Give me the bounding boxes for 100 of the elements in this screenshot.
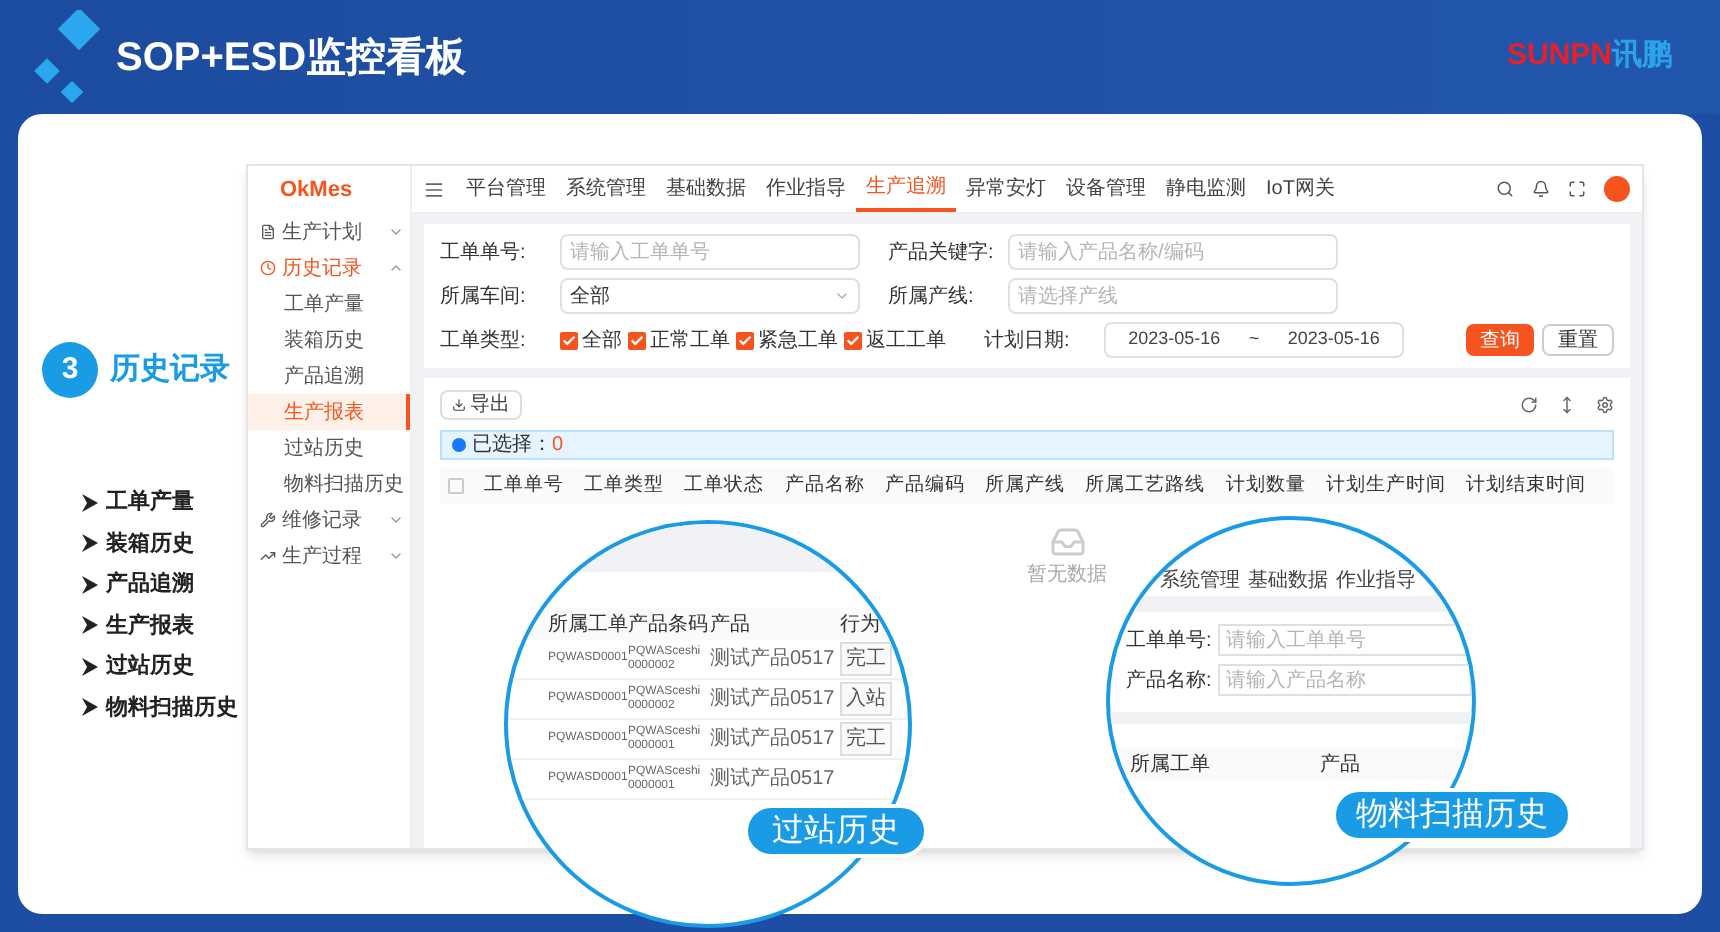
field-label: 产品名称: — [1126, 667, 1213, 695]
checkbox[interactable] — [844, 331, 862, 349]
trend-icon — [260, 548, 276, 564]
export-button[interactable]: 导出 — [440, 390, 522, 420]
document-icon — [260, 224, 276, 240]
menu-item[interactable]: 过站历史 — [248, 430, 410, 466]
menu-group[interactable]: 维修记录 — [248, 502, 410, 538]
column-header: 工单状态 — [684, 471, 765, 500]
table-cell-text: 测试产品0517 — [710, 765, 834, 794]
menu-item[interactable]: 工单产量 — [248, 286, 410, 322]
inbox-icon — [1049, 524, 1085, 560]
column-header: 产品 — [1320, 751, 1360, 779]
menu-group[interactable]: 生产过程 — [248, 538, 410, 574]
menu-item[interactable]: 物料扫描历史 — [248, 466, 410, 502]
menu-group[interactable]: 生产计划 — [248, 214, 410, 250]
feature-label: 过站历史 — [744, 804, 928, 858]
chevron-icon — [388, 224, 404, 240]
input-field: 请输入工单单号 — [1218, 624, 1472, 656]
info-icon — [452, 438, 466, 452]
nav-tab[interactable]: 异常安灯 — [956, 166, 1056, 212]
checkbox-label: 全部 — [582, 327, 622, 355]
nav-tab[interactable]: 静电监测 — [1156, 166, 1256, 212]
select-all-checkbox[interactable] — [448, 478, 464, 494]
chevron-icon — [388, 548, 404, 564]
checkbox-label: 返工工单 — [866, 327, 946, 355]
feature-item: 产品追溯 — [106, 569, 194, 600]
settings-icon[interactable] — [1596, 396, 1614, 414]
tab-label: 基础数据 — [1248, 567, 1328, 595]
step-number: 3 — [42, 342, 98, 398]
column-header: 产品 — [710, 611, 752, 639]
status-tag: 完工 — [840, 642, 892, 676]
field-label: 工单单号: — [1126, 627, 1213, 655]
nav-tab[interactable]: 基础数据 — [656, 166, 756, 212]
column-header: 计划生产时间 — [1325, 471, 1446, 500]
selection-count: 已选择：0 — [472, 431, 564, 460]
column-header: 产品名称 — [784, 471, 865, 500]
column-header: 行为 — [840, 611, 882, 639]
feature-item: 生产报表 — [106, 611, 194, 641]
chevron-icon — [834, 288, 850, 304]
arrow-icon — [82, 657, 98, 676]
feature-item: 物料扫描历史 — [106, 693, 238, 723]
checkbox[interactable] — [560, 331, 578, 349]
wrench-icon — [260, 512, 276, 528]
status-tag: 完工 — [840, 722, 892, 756]
brand-logo: SUNPN讯鹏 — [1506, 36, 1672, 77]
arrow-icon — [82, 575, 98, 594]
section-title: 历史记录 — [110, 349, 230, 390]
checkbox-label: 紧急工单 — [758, 327, 838, 355]
menu-icon[interactable] — [424, 179, 444, 199]
column-header: 工单类型 — [584, 471, 665, 500]
app-logo: OkMes — [278, 175, 355, 206]
refresh-icon[interactable] — [1520, 396, 1538, 414]
nav-tab[interactable]: 平台管理 — [456, 166, 556, 212]
avatar[interactable] — [1604, 176, 1630, 202]
reset-button[interactable]: 重置 — [1542, 324, 1614, 356]
nav-tab[interactable]: 系统管理 — [556, 166, 656, 212]
column-header: 产品条码 — [628, 611, 704, 639]
arrow-icon — [82, 493, 98, 512]
menu-item[interactable]: 装箱历史 — [248, 322, 410, 358]
field-label: 工单单号: — [440, 239, 528, 267]
column-header: 计划数量 — [1225, 471, 1306, 500]
arrow-icon — [82, 616, 98, 635]
nav-tab[interactable]: IoT网关 — [1256, 166, 1345, 212]
search-icon[interactable] — [1496, 180, 1514, 198]
row-height-icon[interactable] — [1558, 396, 1576, 414]
column-header: 产品编码 — [884, 471, 965, 500]
date-range-field[interactable]: 2023-05-16 ~ 2023-05-16 — [1104, 322, 1404, 358]
checkbox[interactable] — [736, 331, 754, 349]
checkbox[interactable] — [628, 331, 646, 349]
bell-icon[interactable] — [1532, 180, 1550, 198]
arrow-icon — [82, 534, 98, 553]
field-label: 产品关键字: — [888, 239, 996, 267]
download-icon — [452, 398, 466, 412]
status-tag: 入站 — [840, 682, 892, 716]
chevron-icon — [388, 512, 404, 528]
feature-item: 过站历史 — [106, 651, 194, 682]
feature-item: 工单产量 — [106, 487, 194, 518]
tab-label: 系统管理 — [1160, 567, 1240, 595]
field-label: 工单类型: — [440, 327, 528, 355]
feature-item: 装箱历史 — [106, 529, 194, 559]
checkbox-label: 正常工单 — [650, 327, 730, 355]
fullscreen-icon[interactable] — [1568, 180, 1586, 198]
table-cell-text: 测试产品0517 — [710, 725, 834, 754]
column-header: 所属工单 — [1130, 751, 1212, 779]
column-header: 所属产线 — [985, 471, 1066, 500]
input-field: 请输入产品名称 — [1218, 664, 1472, 696]
field-label: 所属车间: — [440, 283, 528, 311]
chevron-icon — [388, 260, 404, 276]
select-field[interactable]: 全部 — [560, 278, 860, 314]
column-header: 所属工艺路线 — [1085, 471, 1206, 500]
arrow-icon — [82, 698, 98, 717]
tab-label: 作业指导 — [1336, 567, 1416, 595]
field-label: 计划日期: — [984, 327, 1072, 355]
column-header: 工单单号 — [484, 471, 564, 500]
slide-title: SOP+ESD监控看板 — [116, 33, 467, 83]
nav-tab[interactable]: 设备管理 — [1056, 166, 1156, 212]
nav-tab[interactable]: 作业指导 — [756, 166, 856, 212]
field-label: 所属产线: — [888, 283, 976, 311]
empty-text: 暂无数据 — [1027, 561, 1107, 590]
menu-item[interactable]: 产品追溯 — [248, 358, 410, 394]
